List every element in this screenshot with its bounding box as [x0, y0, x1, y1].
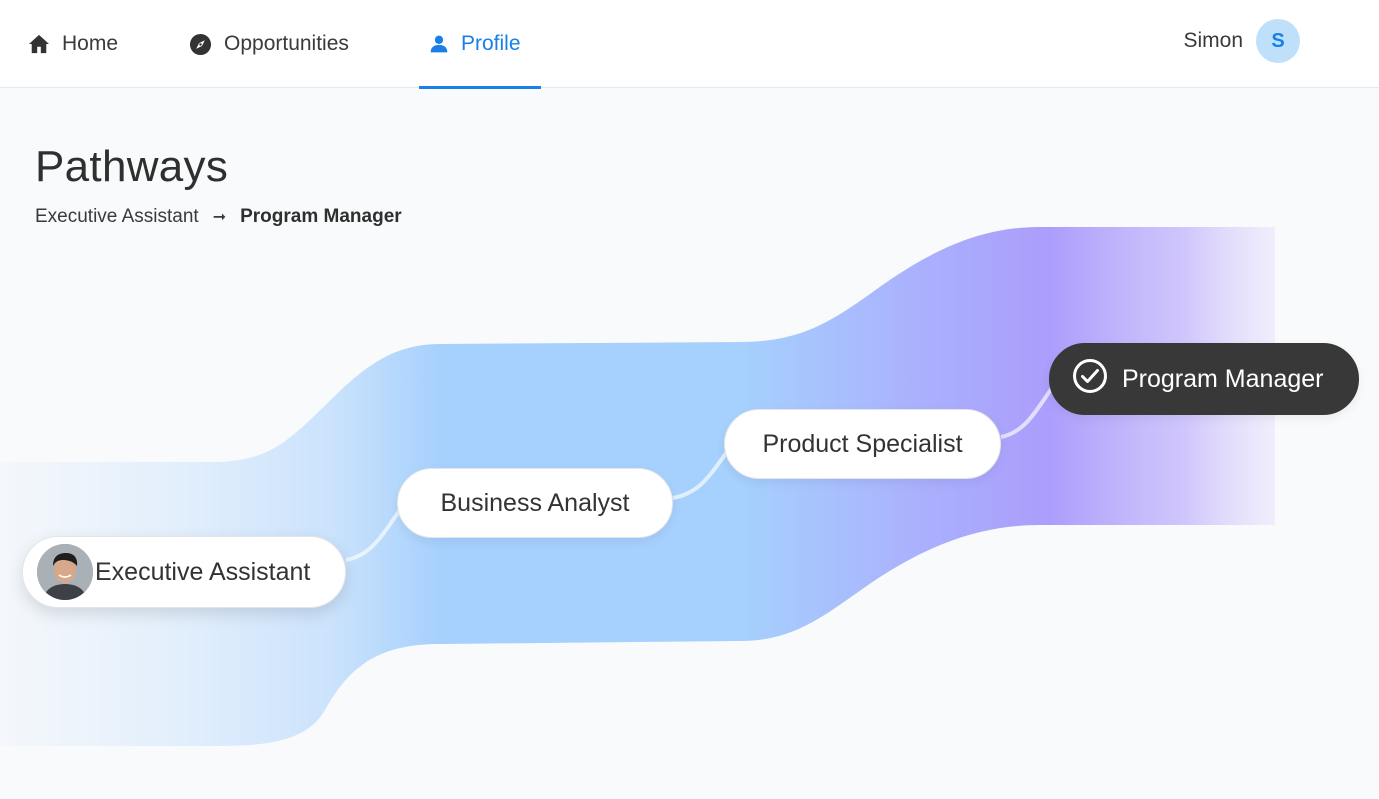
breadcrumb-to: Program Manager — [240, 206, 402, 227]
arrow-right-icon: ➞ — [212, 209, 227, 226]
node-label: Program Manager — [1122, 364, 1324, 393]
check-circle-icon — [1072, 358, 1108, 401]
page-title: Pathways — [35, 142, 229, 191]
user-photo — [37, 544, 93, 600]
pathway-node-business-analyst[interactable]: Business Analyst — [397, 468, 673, 538]
pathway-node-executive-assistant[interactable]: Executive Assistant — [22, 536, 346, 608]
node-label: Product Specialist — [762, 429, 963, 458]
node-label: Business Analyst — [440, 488, 630, 517]
breadcrumb-from: Executive Assistant — [35, 206, 199, 227]
node-label: Executive Assistant — [95, 557, 311, 586]
pathway-node-program-manager[interactable]: Program Manager — [1049, 343, 1359, 415]
breadcrumb: Executive Assistant ➞ Program Manager — [35, 206, 402, 228]
pathway-node-product-specialist[interactable]: Product Specialist — [724, 409, 1001, 479]
